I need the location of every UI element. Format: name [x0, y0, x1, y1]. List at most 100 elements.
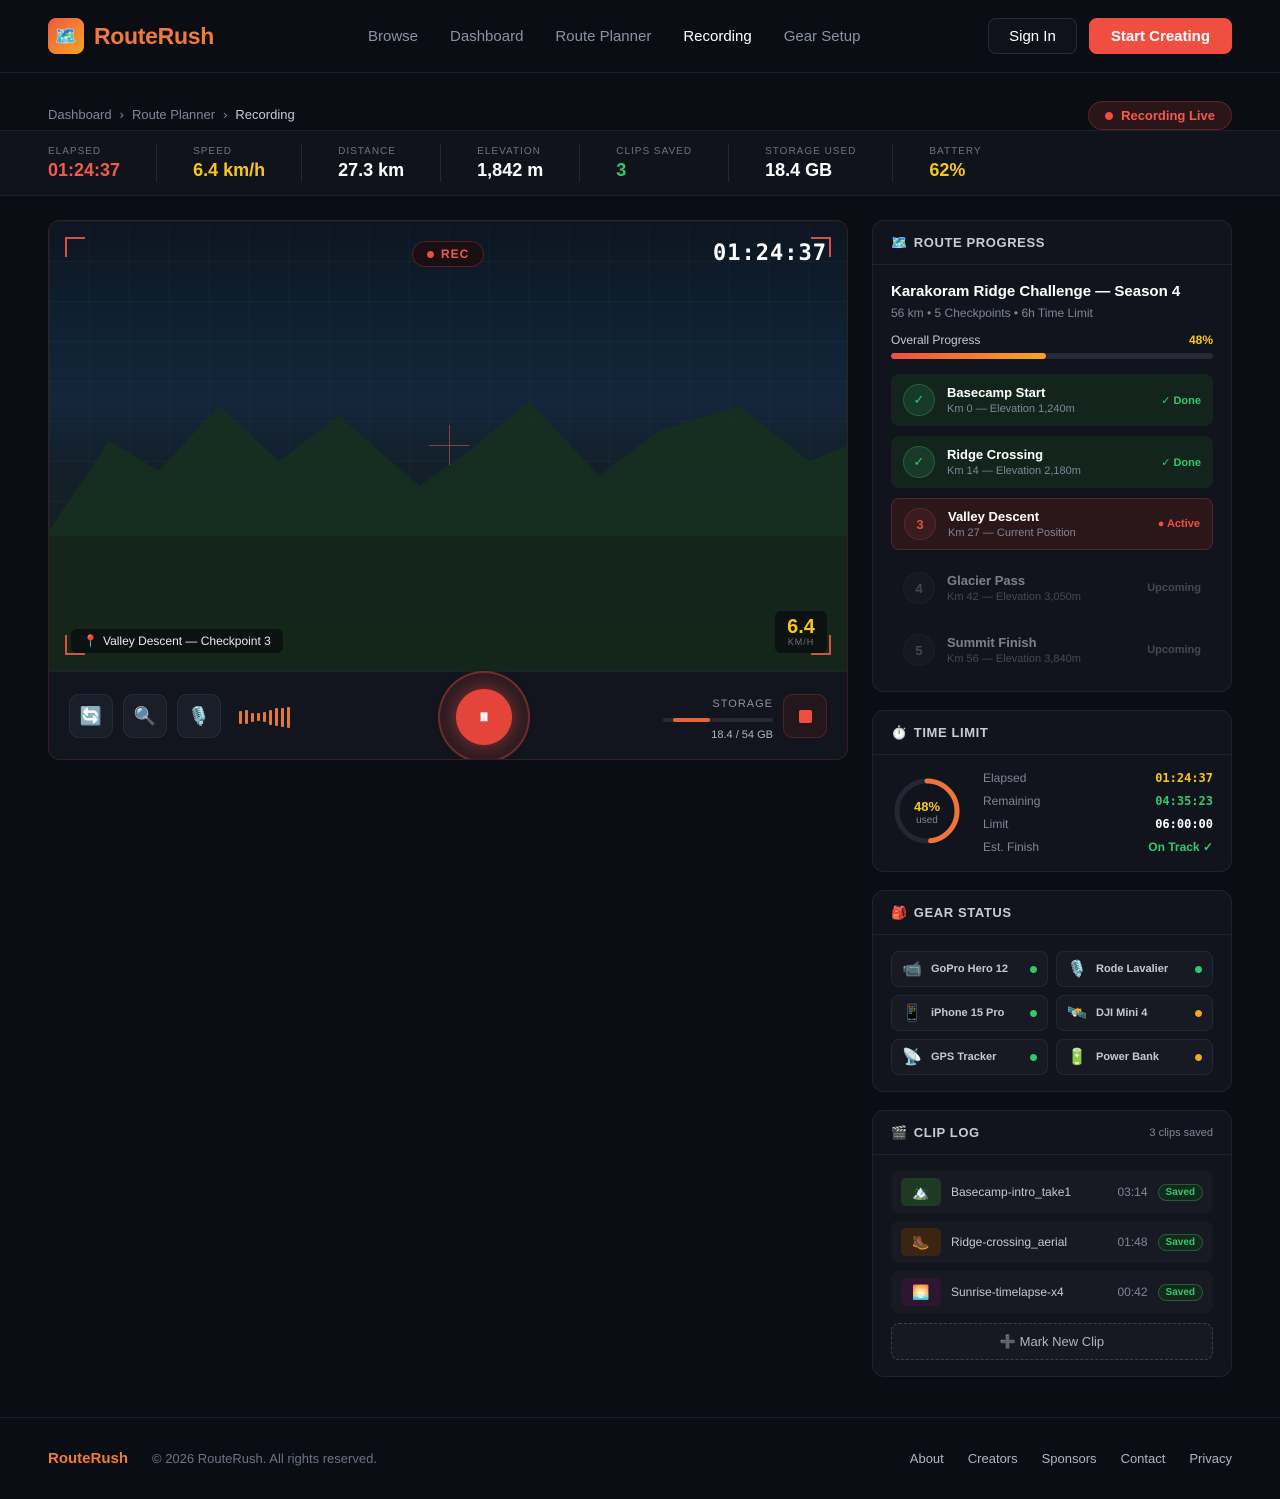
- stat-label: Clips Saved: [616, 145, 693, 157]
- clip-row[interactable]: 🌅 Sunrise-timelapse-x4 00:42 Saved: [891, 1271, 1213, 1313]
- gear-status-dot: [1195, 1053, 1202, 1061]
- nav-link-browse[interactable]: Browse: [368, 28, 418, 45]
- footer-link-creators[interactable]: Creators: [968, 1451, 1018, 1466]
- time-row-value: 01:24:37: [1155, 771, 1213, 785]
- microphone-button[interactable]: 🎙️: [177, 694, 221, 738]
- gear-icon: 📹: [902, 961, 922, 978]
- mountain-silhouette: [49, 401, 847, 671]
- stat-label: Battery: [929, 145, 982, 157]
- gear-name: Power Bank: [1096, 1051, 1159, 1063]
- time-row-est-finish: Est. Finish On Track ✓: [983, 840, 1213, 854]
- gear-item[interactable]: 📹 GoPro Hero 12: [891, 951, 1048, 987]
- checkpoint-badge: 3: [904, 508, 936, 540]
- checkpoint-item[interactable]: 5 Summit Finish Km 56 — Elevation 3,840m Up…: [891, 624, 1213, 676]
- checkpoint-text: Glacier Pass Km 42 — Elevation 3,050m: [947, 573, 1081, 603]
- route-progress-header: 🗺️ ROUTE PROGRESS: [873, 221, 1231, 265]
- nav-link-dashboard[interactable]: Dashboard: [450, 28, 523, 45]
- clip-thumbnail: 🏔️: [901, 1178, 941, 1206]
- audio-bar: [251, 712, 254, 722]
- breadcrumb-recording: Recording: [235, 107, 295, 122]
- footer-link-about[interactable]: About: [910, 1451, 944, 1466]
- checkpoint-badge: ✓: [903, 384, 935, 416]
- stat-speed: Speed 6.4 km/h: [193, 144, 303, 182]
- checkpoint-item[interactable]: ✓ Basecamp Start Km 0 — Elevation 1,240m ✓ …: [891, 374, 1213, 426]
- time-row-elapsed: Elapsed 01:24:37: [983, 771, 1213, 785]
- speed-value: 6.4: [787, 616, 815, 638]
- checkpoint-status: Upcoming: [1147, 582, 1201, 594]
- speed-unit: KM/H: [787, 637, 815, 647]
- footer-link-privacy[interactable]: Privacy: [1189, 1451, 1232, 1466]
- clip-log-card: 🎬 CLIP LOG 3 clips saved 🏔️ Basecamp-intr…: [872, 1110, 1232, 1377]
- checkpoint-item[interactable]: 4 Glacier Pass Km 42 — Elevation 3,050m Upc…: [891, 562, 1213, 614]
- gear-name: iPhone 15 Pro: [931, 1007, 1005, 1019]
- recording-live-label: Recording Live: [1121, 108, 1215, 123]
- stop-button[interactable]: [783, 694, 827, 738]
- gear-status-dot: [1030, 1053, 1037, 1061]
- gear-item[interactable]: 🎙️ Rode Lavalier: [1056, 951, 1213, 987]
- footer-copyright: © 2026 RouteRush. All rights reserved.: [152, 1451, 377, 1466]
- clip-row[interactable]: 🥾 Ridge-crossing_aerial 01:48 Saved: [891, 1221, 1213, 1263]
- checkpoint-text: Summit Finish Km 56 — Elevation 3,840m: [947, 635, 1081, 665]
- footer: RouteRush © 2026 RouteRush. All rights r…: [0, 1417, 1280, 1499]
- clip-name: Sunrise-timelapse-x4: [951, 1285, 1064, 1299]
- time-row-value: 06:00:00: [1155, 817, 1213, 831]
- clip-saved-badge: Saved: [1157, 1233, 1203, 1251]
- gear-name: DJI Mini 4: [1096, 1007, 1148, 1019]
- footer-link-sponsors[interactable]: Sponsors: [1042, 1451, 1097, 1466]
- nav-links: Browse Dashboard Route Planner Recording…: [368, 0, 860, 72]
- start-creating-button[interactable]: Start Creating: [1088, 18, 1232, 54]
- stat-label: Elapsed: [48, 145, 102, 157]
- footer-brand[interactable]: RouteRush: [48, 1450, 128, 1467]
- gear-icon: 📡: [902, 1049, 922, 1066]
- top-nav: 🗺️ RouteRush Browse Dashboard Route Plan…: [0, 0, 1280, 73]
- stat-battery: Battery 62%: [929, 144, 1017, 182]
- time-row-label: Elapsed: [983, 771, 1027, 785]
- breadcrumb-route-planner[interactable]: Route Planner: [132, 107, 215, 122]
- map-icon: 🗺️: [891, 234, 908, 250]
- sign-in-button[interactable]: Sign In: [988, 18, 1077, 54]
- pause-ring: ⏸: [438, 671, 530, 759]
- overall-progress-label: Overall Progress: [891, 333, 981, 347]
- gear-item[interactable]: 🛰️ DJI Mini 4: [1056, 995, 1213, 1031]
- stopwatch-icon: ⏱️: [891, 724, 908, 740]
- storage-fill: [673, 718, 711, 722]
- time-row-label: Limit: [983, 817, 1009, 831]
- gear-icon: 🛰️: [1067, 1005, 1087, 1022]
- checkpoint-detail: Km 56 — Elevation 3,840m: [947, 653, 1081, 665]
- brand-logo[interactable]: 🗺️ RouteRush: [48, 18, 214, 54]
- storage-indicator: STORAGE 18.4 / 54 GB: [663, 698, 773, 741]
- breadcrumb-dashboard[interactable]: Dashboard: [48, 107, 112, 122]
- checkpoint-item[interactable]: ✓ Ridge Crossing Km 14 — Elevation 2,180m ✓…: [891, 436, 1213, 488]
- audio-bar: [281, 707, 284, 727]
- camera-feed: REC 01:24:37 📍 Valley Descent — Checkpoi…: [49, 221, 847, 671]
- flip-camera-button[interactable]: 🔄: [69, 694, 113, 738]
- gear-status-dot: [1195, 965, 1202, 973]
- clip-duration: 01:48: [1117, 1235, 1148, 1249]
- time-row-label: Est. Finish: [983, 840, 1040, 854]
- nav-link-route-planner[interactable]: Route Planner: [555, 28, 651, 45]
- checkpoint-name: Summit Finish: [947, 635, 1037, 650]
- nav-link-recording[interactable]: Recording: [683, 28, 751, 45]
- footer-link-contact[interactable]: Contact: [1121, 1451, 1166, 1466]
- gear-item[interactable]: 📱 iPhone 15 Pro: [891, 995, 1048, 1031]
- audio-bar: [257, 713, 260, 721]
- checkpoint-status: ✓ Done: [1161, 456, 1201, 469]
- checkpoint-text: Valley Descent Km 27 — Current Position: [948, 509, 1076, 539]
- mark-new-clip-button[interactable]: ➕ Mark New Clip: [891, 1323, 1213, 1360]
- checkpoint-text: Ridge Crossing Km 14 — Elevation 2,180m: [947, 447, 1081, 477]
- breadcrumb-separator: ›: [223, 107, 228, 122]
- zoom-button[interactable]: 🔍: [123, 694, 167, 738]
- clip-row[interactable]: 🏔️ Basecamp-intro_take1 03:14 Saved: [891, 1171, 1213, 1213]
- location-tag: 📍 Valley Descent — Checkpoint 3: [71, 629, 283, 653]
- checkpoint-item[interactable]: 3 Valley Descent Km 27 — Current Position ●…: [891, 498, 1213, 550]
- time-used-percent: 48%: [913, 799, 941, 814]
- nav-link-gear-setup[interactable]: Gear Setup: [784, 28, 861, 45]
- clip-log-header: 🎬 CLIP LOG 3 clips saved: [873, 1111, 1231, 1155]
- pause-button[interactable]: ⏸: [456, 689, 512, 745]
- gear-item[interactable]: 📡 GPS Tracker: [891, 1039, 1048, 1075]
- brand-name: RouteRush: [94, 22, 214, 49]
- checkpoint-badge: 4: [903, 572, 935, 604]
- breadcrumb: Dashboard › Route Planner › Recording: [48, 107, 295, 122]
- gear-item[interactable]: 🔋 Power Bank: [1056, 1039, 1213, 1075]
- gear-status-dot: [1195, 1009, 1202, 1017]
